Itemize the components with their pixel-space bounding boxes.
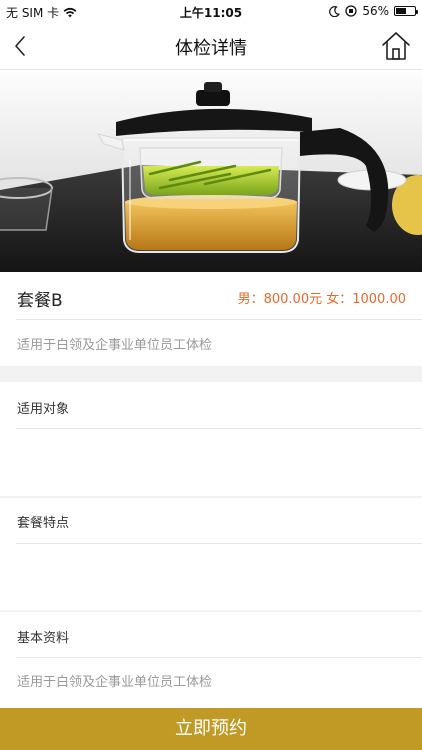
divider [16,657,422,658]
basic-info-text: 适用于白领及企事业单位员工体检 [17,675,213,690]
section-gap [0,496,422,498]
section-gap [0,610,422,612]
divider [16,428,422,429]
package-name: 套餐B [17,291,63,311]
divider [16,543,422,544]
package-hero-image [0,70,422,272]
nav-bar: 体检详情 [0,22,422,70]
features-section-title: 套餐特点 [17,516,70,531]
orientation-lock-icon [345,5,357,17]
status-bar: 无 SIM 卡 上午11:05 56% [0,0,422,22]
applicable-section-title: 适用对象 [17,402,70,417]
package-description: 适用于白领及企事业单位员工体检 [17,338,213,353]
home-icon[interactable] [380,30,412,62]
moon-icon [329,5,341,17]
teapot-illustration [0,70,422,272]
section-gap [0,366,422,382]
package-price: 男：800.00元 女：1000.00 [237,292,406,307]
battery-fill [396,8,406,14]
battery-icon [394,6,418,16]
package-header: 套餐B 男：800.00元 女：1000.00 [0,272,422,320]
status-right: 56% [329,4,418,18]
page-title: 体检详情 [175,38,247,59]
divider [16,319,422,320]
basic-info-section-title: 基本资料 [17,631,70,646]
book-now-button[interactable]: 立即预约 [0,708,422,750]
battery-percent: 56% [362,4,389,18]
